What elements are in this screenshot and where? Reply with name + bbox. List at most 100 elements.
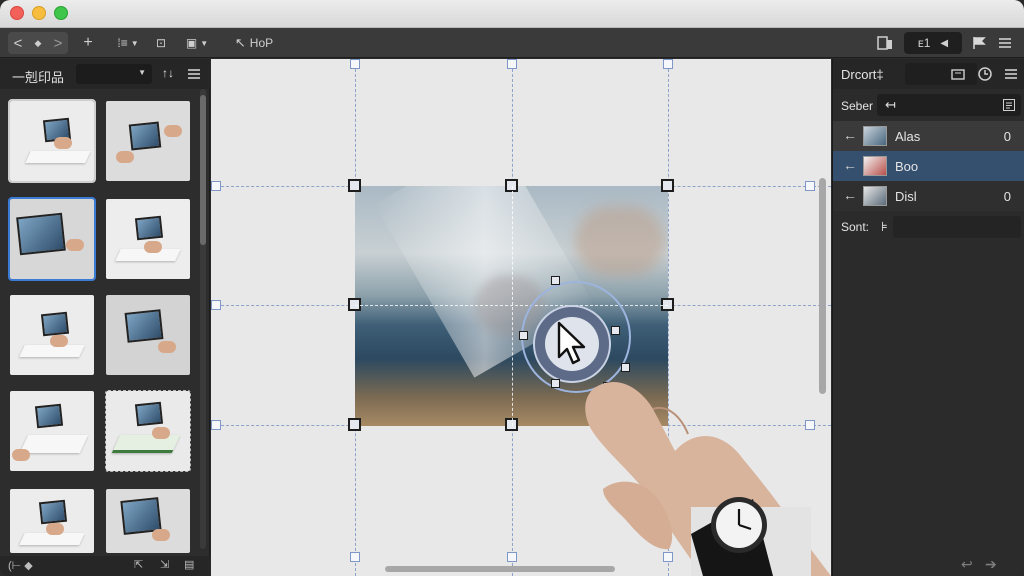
header-field[interactable] — [905, 63, 977, 85]
close-button[interactable] — [10, 6, 24, 20]
layer-label: Boo — [895, 159, 919, 174]
guide-marker[interactable] — [805, 181, 815, 191]
shape-icon[interactable] — [977, 66, 993, 82]
menu-icon — [999, 38, 1011, 48]
guide-marker[interactable] — [211, 300, 221, 310]
align-tool-button[interactable]: ⁞≡ ▼ — [110, 32, 146, 54]
undo-icon[interactable]: ↩ — [961, 556, 973, 573]
layer-count: 0 — [1003, 129, 1011, 144]
export-icon[interactable]: ⇱ — [134, 558, 143, 571]
help-label: HoP — [249, 36, 274, 50]
hand-shape — [144, 241, 162, 253]
zoom-button[interactable] — [54, 6, 68, 20]
thumbnail-2[interactable] — [106, 101, 190, 181]
sort-label: Sont: — [841, 220, 870, 234]
ellipse-handle[interactable] — [611, 326, 620, 335]
guide-marker[interactable] — [507, 59, 517, 69]
back-arrow-icon[interactable]: ← — [843, 157, 857, 173]
list-icon[interactable] — [1003, 99, 1015, 111]
thumbnail-panel-header: 一剋印品 ▼ ↑↓ — [0, 59, 210, 89]
layout-tool-button[interactable]: ▣ ▼ — [180, 32, 214, 54]
panel-footer: ↩ ➔ — [833, 554, 1024, 576]
search-input[interactable]: ↤ — [877, 94, 1021, 116]
chevron-down-icon: ▼ — [130, 38, 139, 48]
ellipse-handle[interactable] — [519, 331, 528, 340]
sort-field[interactable] — [893, 216, 1021, 238]
guide-marker[interactable] — [350, 552, 360, 562]
move-icon: + — [83, 34, 93, 51]
grid-icon[interactable]: ▤ — [184, 558, 194, 571]
thumbnail-8[interactable] — [105, 390, 191, 472]
menu-icon[interactable] — [188, 69, 200, 79]
redo-icon[interactable]: ➔ — [985, 556, 997, 573]
hand-with-watch — [585, 381, 831, 576]
thumbnail-6[interactable] — [106, 295, 190, 375]
guide-marker[interactable] — [507, 552, 517, 562]
back-button[interactable]: < — [8, 35, 28, 52]
tablet-shape — [40, 311, 70, 337]
guide-marker[interactable] — [211, 181, 221, 191]
editor-canvas[interactable] — [211, 59, 831, 576]
crop-tool-button[interactable]: ⊡ — [152, 32, 170, 54]
hand-shape — [152, 427, 170, 439]
resize-handle-bottom-left[interactable] — [348, 418, 361, 431]
thumbnail-scrollbar[interactable] — [200, 95, 206, 245]
guide-marker[interactable] — [663, 59, 673, 69]
import-icon[interactable]: ⇲ — [160, 558, 169, 571]
layer-row-2-selected[interactable]: ← Boo — [833, 151, 1024, 181]
menu-icon[interactable] — [1005, 69, 1017, 79]
thumbnail-4[interactable] — [106, 199, 190, 279]
thumbnail-3-selected[interactable] — [8, 197, 96, 281]
thumbnail-panel: 一剋印品 ▼ ↑↓ (⊢ ◆ ⇱ ⇲ ▤ — [0, 59, 210, 576]
move-tool-button[interactable]: + — [78, 32, 98, 54]
layer-row-3[interactable]: ← Disl 0 — [833, 181, 1024, 211]
minimize-button[interactable] — [32, 6, 46, 20]
layer-label: Alas — [895, 129, 921, 144]
nav-dot-button[interactable]: ◆ — [28, 38, 48, 49]
ellipse-handle[interactable] — [551, 276, 560, 285]
hand-shape — [54, 137, 72, 149]
menu-button[interactable] — [994, 32, 1016, 54]
export-icon[interactable] — [951, 67, 965, 81]
resize-handle-top-right[interactable] — [661, 179, 674, 192]
thumbnail-panel-footer: (⊢ ◆ ⇱ ⇲ ▤ — [0, 556, 210, 576]
back-arrow-icon[interactable]: ← — [843, 127, 857, 143]
thumbnail-5[interactable] — [10, 295, 94, 375]
hand-shape — [116, 151, 134, 163]
canvas-horizontal-scrollbar[interactable] — [385, 566, 615, 572]
hand-shape — [50, 335, 68, 347]
tablet-shape — [38, 499, 68, 525]
flag-icon — [973, 37, 986, 49]
hand-shape — [158, 341, 176, 353]
thumbnail-1[interactable] — [8, 99, 96, 183]
tablet-shape — [134, 215, 164, 241]
ellipse-handle[interactable] — [551, 379, 560, 388]
device-button[interactable] — [874, 32, 896, 54]
main-toolbar: < ◆ > + ⁞≡ ▼ ⊡ ▣ ▼ ↖ HoP ᴇ1 ◀ — [0, 28, 1024, 58]
paper-shape — [19, 345, 85, 357]
blurred-hand — [575, 206, 665, 276]
guide-marker[interactable] — [350, 59, 360, 69]
guide-marker[interactable] — [211, 420, 221, 430]
help-button[interactable]: ↖ HoP — [226, 32, 282, 54]
canvas-vertical-scrollbar[interactable] — [819, 178, 826, 394]
sort-icon[interactable]: ↑↓ — [162, 66, 174, 80]
filter-dropdown[interactable]: ▼ — [76, 64, 152, 84]
search-label: Seber — [841, 99, 874, 113]
thumbnail-9[interactable] — [10, 489, 94, 553]
crop-icon: ⊡ — [155, 36, 167, 50]
resize-handle-top-left[interactable] — [348, 179, 361, 192]
panel-header-label: Drcort‡ — [841, 67, 884, 82]
back-arrow-icon[interactable]: ← — [843, 187, 857, 203]
layer-thumbnail — [863, 126, 887, 146]
layer-row-1[interactable]: ← Alas 0 — [833, 121, 1024, 151]
index-segment[interactable]: ᴇ1 ◀ — [904, 32, 962, 54]
tablet-shape — [16, 212, 66, 256]
footer-tool-button[interactable]: (⊢ ◆ — [8, 559, 33, 572]
layer-label: Disl — [895, 189, 917, 204]
flag-button[interactable] — [968, 32, 990, 54]
sort-value[interactable]: ⊧ — [881, 219, 888, 235]
forward-button[interactable]: > — [48, 35, 68, 52]
thumbnail-10[interactable] — [106, 489, 190, 553]
thumbnail-7[interactable] — [10, 391, 94, 471]
